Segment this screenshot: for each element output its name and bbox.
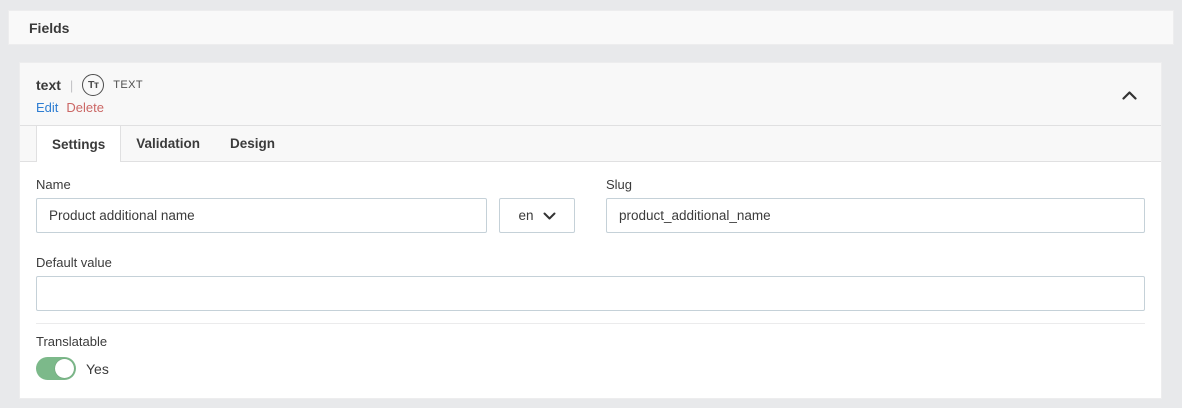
field-card-header: text | Tᴛ TEXT Edit Delete	[20, 63, 1161, 125]
tab-design[interactable]: Design	[215, 126, 290, 161]
field-type-label: TEXT	[113, 79, 144, 91]
separator: |	[69, 77, 74, 93]
language-select[interactable]: en	[499, 198, 575, 233]
translatable-state: Yes	[86, 360, 109, 377]
settings-panel: Name en Slug	[20, 162, 1161, 380]
language-value: en	[518, 208, 534, 223]
name-label: Name	[36, 177, 71, 192]
text-type-icon: Tᴛ	[82, 74, 105, 96]
slug-column: Slug	[606, 177, 1145, 233]
chevron-up-icon	[1121, 90, 1137, 100]
tab-bar: Settings Validation Design	[20, 125, 1161, 162]
toggle-knob	[55, 359, 74, 378]
translatable-row: Translatable Yes	[36, 334, 1145, 380]
tab-validation[interactable]: Validation	[121, 126, 215, 161]
slug-label: Slug	[606, 177, 633, 192]
fields-title: Fields	[29, 19, 70, 36]
edit-link[interactable]: Edit	[36, 100, 58, 115]
collapse-button[interactable]	[1117, 83, 1141, 107]
slug-input[interactable]	[606, 198, 1145, 233]
name-input[interactable]	[36, 198, 487, 233]
translatable-label: Translatable	[36, 334, 108, 349]
field-name: text	[36, 77, 61, 93]
section-divider	[36, 323, 1145, 324]
chevron-down-icon	[543, 212, 556, 220]
field-card: text | Tᴛ TEXT Edit Delete Settings Vali…	[19, 62, 1162, 399]
name-slug-row: Name en Slug	[36, 177, 1145, 233]
translatable-toggle[interactable]	[36, 357, 76, 380]
fields-header-bar: Fields	[8, 10, 1174, 45]
name-input-group: en	[36, 198, 575, 233]
name-column: Name en	[36, 177, 575, 233]
tab-settings[interactable]: Settings	[36, 126, 122, 162]
field-actions: Edit Delete	[36, 100, 1145, 115]
delete-link[interactable]: Delete	[66, 100, 104, 115]
default-value-row: Default value	[36, 255, 1145, 311]
translatable-toggle-row: Yes	[36, 357, 1145, 380]
field-title-row: text | Tᴛ TEXT	[36, 74, 1145, 96]
default-value-label: Default value	[36, 255, 112, 270]
default-value-input[interactable]	[36, 276, 1145, 311]
